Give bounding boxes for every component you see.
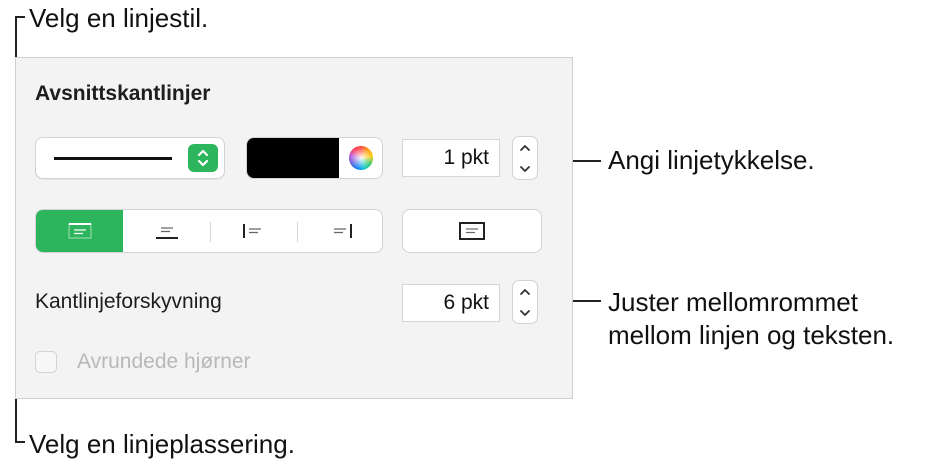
- stepper-up-icon[interactable]: [513, 281, 537, 302]
- stepper-down-icon[interactable]: [513, 158, 537, 179]
- paragraph-borders-panel: Avsnittskantlinjer 1 pkt Kantlinjeforsky…: [15, 57, 573, 399]
- border-box-icon: [459, 222, 485, 240]
- rounded-corners-label: Avrundede hjørner: [77, 350, 251, 373]
- border-left-icon: [242, 224, 261, 238]
- segment-border-top[interactable]: [36, 210, 123, 252]
- offset-stepper[interactable]: [512, 280, 538, 324]
- segment-border-right[interactable]: [297, 210, 382, 252]
- thickness-stepper[interactable]: [512, 136, 538, 180]
- solid-line-preview: [54, 157, 172, 160]
- offset-label: Kantlinjeforskyvning: [35, 290, 222, 313]
- stepper-up-icon[interactable]: [513, 137, 537, 158]
- leader-line-style-top: [15, 16, 25, 18]
- section-title: Avsnittskantlinjer: [35, 82, 211, 105]
- border-placement-segmented[interactable]: [35, 209, 383, 253]
- border-right-icon: [333, 224, 352, 238]
- border-color-well[interactable]: [246, 137, 383, 179]
- callout-offset-line1: Juster mellomrommet: [608, 287, 858, 317]
- callout-offset-line2: mellom linjen og teksten.: [608, 320, 895, 350]
- callout-line-style: Velg en linjestil.: [29, 3, 209, 33]
- rounded-corners-checkbox[interactable]: [35, 351, 57, 373]
- segment-border-left[interactable]: [210, 210, 297, 252]
- color-wheel-icon[interactable]: [349, 146, 373, 170]
- segment-border-bottom[interactable]: [123, 210, 210, 252]
- leader-placement-bottom: [15, 441, 25, 443]
- stepper-down-icon[interactable]: [513, 302, 537, 323]
- border-box-button[interactable]: [402, 209, 542, 253]
- border-top-icon: [68, 223, 91, 239]
- line-style-popup[interactable]: [35, 137, 225, 179]
- callout-thickness: Angi linjetykkelse.: [608, 145, 815, 175]
- thickness-field[interactable]: 1 pkt: [402, 139, 500, 177]
- color-swatch[interactable]: [247, 138, 339, 178]
- up-down-arrows-icon: [188, 144, 218, 172]
- offset-field[interactable]: 6 pkt: [402, 284, 500, 322]
- callout-placement: Velg en linjeplassering.: [29, 429, 295, 459]
- border-bottom-icon: [155, 227, 178, 239]
